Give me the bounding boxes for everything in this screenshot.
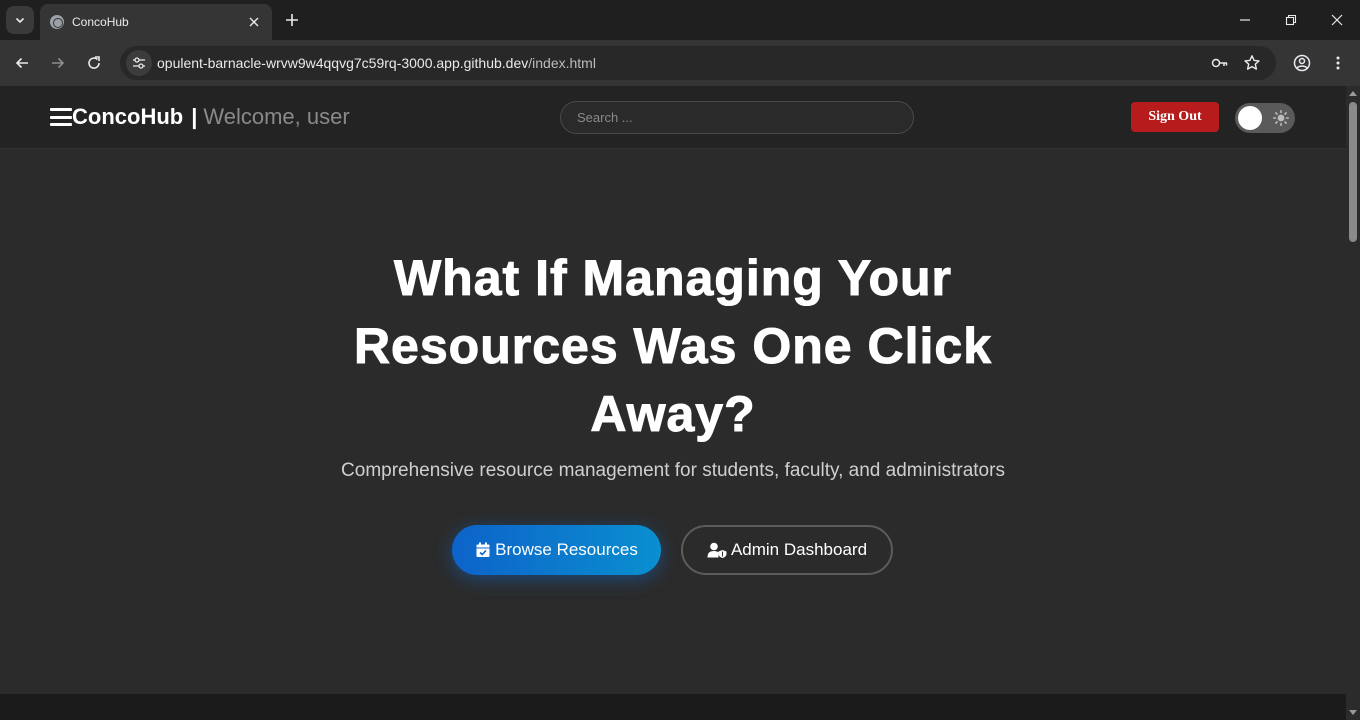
globe-icon (50, 15, 64, 29)
scroll-down-arrow-icon[interactable] (1348, 707, 1358, 717)
close-window-button[interactable] (1323, 6, 1351, 34)
url-host: opulent-barnacle-wrvw9w4qqvg7c59rq-3000.… (157, 55, 529, 71)
user-shield-icon (707, 542, 727, 558)
site-info-button[interactable] (126, 50, 152, 76)
browser-menu-button[interactable] (1324, 49, 1352, 77)
url-text[interactable]: opulent-barnacle-wrvw9w4qqvg7c59rq-3000.… (157, 55, 596, 71)
brand-name[interactable]: ConcoHub (72, 104, 183, 130)
browser-tab-active[interactable]: ConcoHub (40, 4, 272, 40)
profile-button[interactable] (1288, 49, 1316, 77)
plus-icon (286, 14, 298, 26)
address-bar[interactable]: opulent-barnacle-wrvw9w4qqvg7c59rq-3000.… (120, 46, 1276, 80)
browser-tabstrip: ConcoHub (0, 0, 1360, 40)
star-icon (1244, 55, 1260, 70)
kebab-menu-icon (1336, 56, 1340, 70)
browse-resources-label: Browse Resources (495, 540, 638, 559)
web-page: ConcoHub | Welcome, user Sign Out What I… (0, 86, 1346, 720)
url-path: /index.html (528, 55, 596, 71)
brand-separator: | (191, 104, 198, 129)
sign-out-button[interactable]: Sign Out (1131, 102, 1219, 132)
site-header: ConcoHub | Welcome, user Sign Out (0, 86, 1346, 149)
calendar-check-icon (476, 542, 490, 557)
arrow-left-icon (15, 57, 28, 69)
profile-icon (1293, 54, 1311, 72)
reload-icon (88, 56, 100, 69)
minimize-button[interactable] (1231, 6, 1259, 34)
forward-button[interactable] (44, 49, 72, 77)
hamburger-icon[interactable] (50, 108, 72, 126)
tab-title: ConcoHub (72, 15, 129, 29)
browse-resources-button[interactable]: Browse Resources (452, 525, 661, 575)
brand: ConcoHub | Welcome, user (50, 104, 350, 130)
close-icon (1331, 14, 1343, 26)
welcome-text: Welcome, user (203, 104, 350, 129)
key-icon (1211, 58, 1228, 68)
browser-toolbar: opulent-barnacle-wrvw9w4qqvg7c59rq-3000.… (0, 40, 1360, 86)
hero-subtitle: Comprehensive resource management for st… (341, 460, 1005, 481)
page-scrollbar[interactable] (1346, 86, 1360, 720)
tab-search-button[interactable] (6, 6, 34, 34)
reload-button[interactable] (80, 49, 108, 77)
sun-icon (1273, 110, 1289, 126)
tune-icon (133, 57, 145, 69)
admin-dashboard-button[interactable]: Admin Dashboard (681, 525, 893, 575)
arrow-right-icon (52, 57, 65, 69)
restore-icon (1285, 14, 1297, 26)
tab-close-button[interactable] (244, 12, 264, 32)
scrollbar-thumb[interactable] (1349, 102, 1357, 242)
minimize-icon (1240, 19, 1250, 21)
hero-section: What If Managing Your Resources Was One … (0, 150, 1346, 694)
chevron-down-icon (15, 17, 25, 24)
scroll-up-arrow-icon[interactable] (1348, 89, 1358, 99)
back-button[interactable] (8, 49, 36, 77)
next-section-edge (0, 694, 1346, 720)
new-tab-button[interactable] (280, 8, 304, 32)
theme-toggle[interactable] (1235, 103, 1295, 133)
admin-dashboard-label: Admin Dashboard (730, 540, 868, 559)
search-input[interactable] (560, 101, 914, 134)
hero-title: What If Managing Your Resources Was One … (353, 250, 993, 443)
bookmark-button[interactable] (1242, 53, 1262, 73)
toggle-knob (1238, 106, 1262, 130)
restore-button[interactable] (1277, 6, 1305, 34)
close-icon (249, 17, 259, 27)
password-manager-button[interactable] (1210, 53, 1230, 73)
